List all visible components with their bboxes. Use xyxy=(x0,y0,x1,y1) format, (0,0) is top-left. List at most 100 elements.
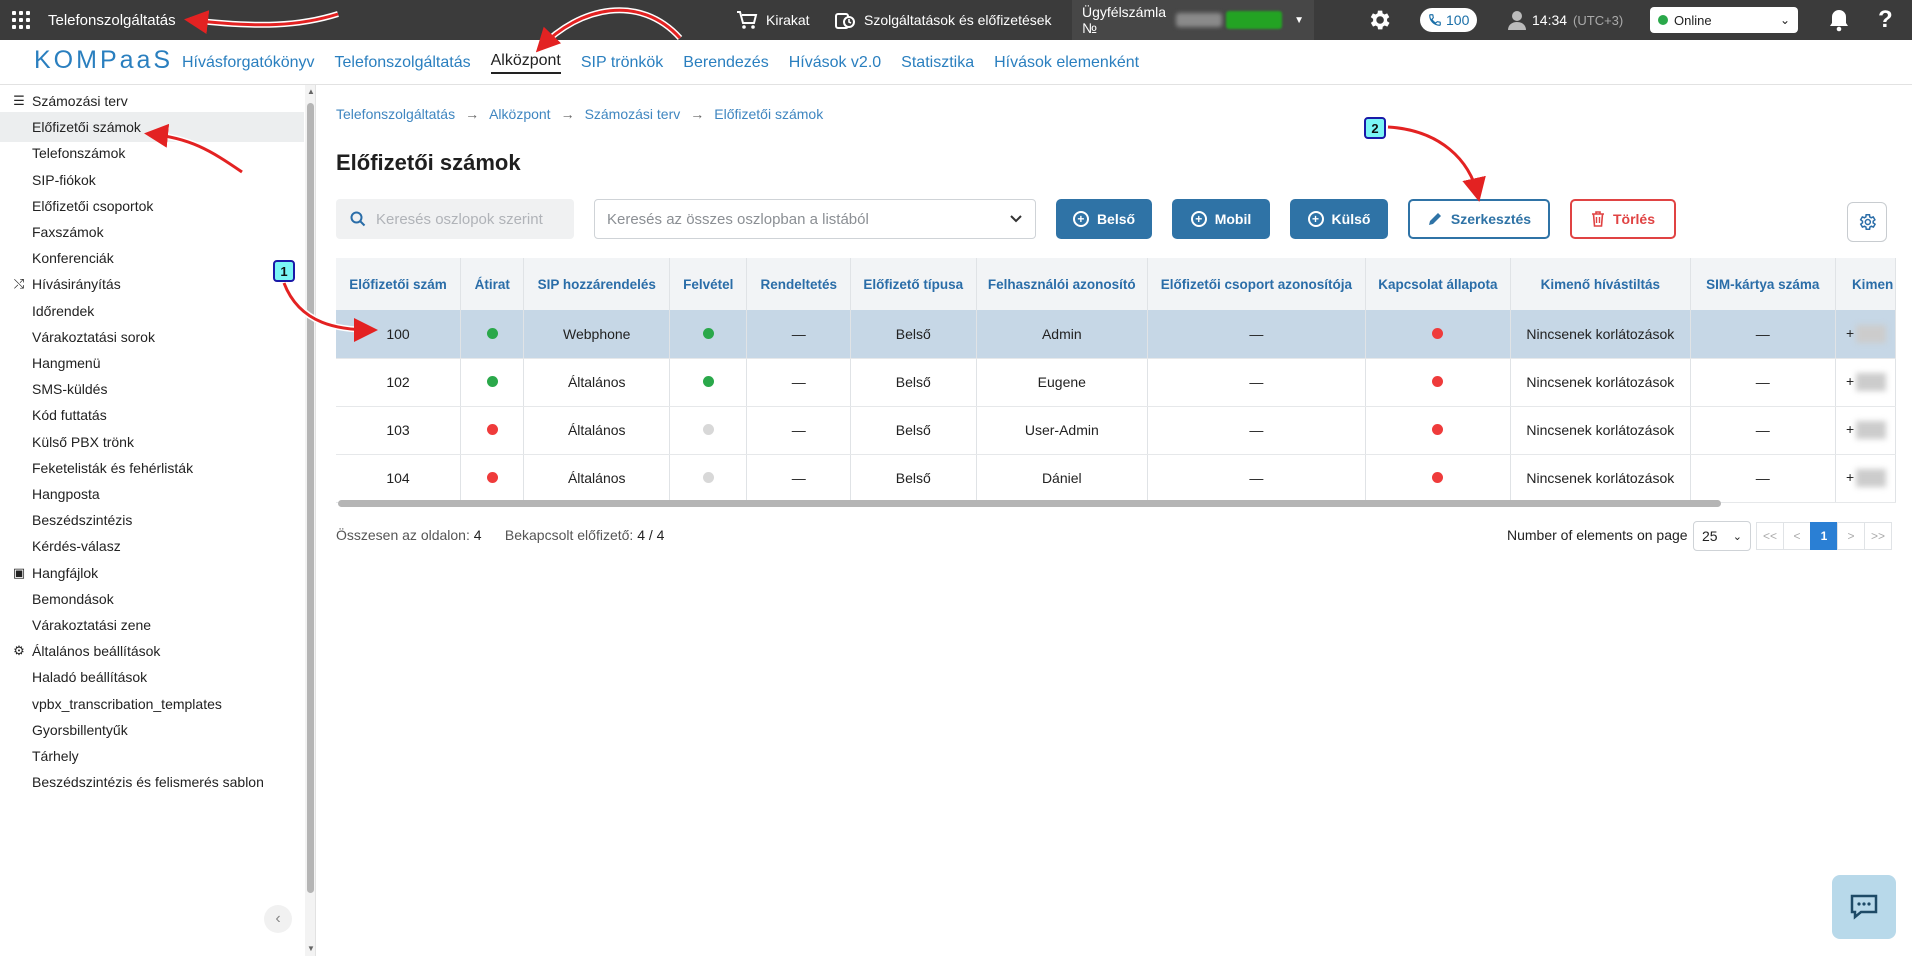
list-icon: ☰ xyxy=(13,93,25,108)
page-size-select[interactable]: 25 ⌄ xyxy=(1693,521,1751,551)
user-clock[interactable]: 14:34 (UTC+3) xyxy=(1508,0,1623,40)
status-dot-icon xyxy=(1432,424,1444,435)
settings-gear-icon[interactable] xyxy=(1366,0,1392,40)
table-summary: Összesen az oldalon: 4 Bekapcsolt előfiz… xyxy=(336,527,664,543)
column-header[interactable]: SIP hozzárendelés xyxy=(523,258,670,310)
table-row[interactable]: 100 Webphone — Belső Admin — Nincsenek korláto… xyxy=(336,310,1896,359)
nav-link-sip-trönkök[interactable]: SIP trönkök xyxy=(581,54,663,72)
breadcrumb-link[interactable]: Előfizetői számok xyxy=(714,106,823,122)
edit-button[interactable]: Szerkesztés xyxy=(1408,199,1550,239)
edit-label: Szerkesztés xyxy=(1450,211,1532,227)
pagination: << <1 > >> xyxy=(1756,522,1892,550)
table-cell-type: Belső xyxy=(850,310,977,359)
pencil-icon xyxy=(1428,213,1441,225)
table-cell-group: — xyxy=(1147,358,1366,407)
status-select[interactable]: Online ⌄ xyxy=(1650,0,1798,40)
nav-link-statisztika[interactable]: Statisztika xyxy=(901,54,974,72)
pager-button[interactable]: >> xyxy=(1864,522,1892,550)
services-link[interactable]: Szolgáltatások és előfizetések xyxy=(834,0,1052,40)
page-title: Előfizetői számok xyxy=(336,150,521,175)
column-header[interactable]: Kimenő hívástiltás xyxy=(1510,258,1691,310)
pager-button[interactable]: 1 xyxy=(1810,522,1838,550)
account-label: Ügyfélszámla № xyxy=(1082,4,1167,36)
column-header[interactable]: Előfizetői szám xyxy=(336,258,461,310)
column-header[interactable]: Rendeltetés xyxy=(746,258,851,310)
column-header[interactable]: Előfizetői csoport azonosítója xyxy=(1147,258,1366,310)
table-cell-last: + xyxy=(1835,454,1896,503)
add-mobile-button[interactable]: + Mobil xyxy=(1172,199,1270,239)
search-all-select[interactable]: Keresés az összes oszlopban a listából xyxy=(594,199,1036,239)
nav-link-hívásforgatókönyv[interactable]: Hívásforgatókönyv xyxy=(182,54,315,72)
cart-icon xyxy=(737,11,758,29)
bell-icon[interactable] xyxy=(1828,0,1850,40)
table-cell-text: + xyxy=(1845,420,1855,437)
add-internal-button[interactable]: + Belső xyxy=(1056,199,1152,239)
account-selector[interactable]: Ügyfélszámla № ▼ xyxy=(1072,0,1314,40)
sidebar-item-label: SMS-küldés xyxy=(32,381,108,398)
table-cell-last: + xyxy=(1835,358,1896,407)
gear-icon xyxy=(1859,214,1877,230)
sidebar-item[interactable]: Beszédszintézis és felismerés sablon xyxy=(0,767,304,797)
sidebar-item-label: Várakoztatási sorok xyxy=(32,328,155,345)
table-cell-user: Eugene xyxy=(976,358,1149,407)
column-search-input[interactable]: Keresés oszlopok szerint xyxy=(336,199,574,239)
table-row[interactable]: 104 Általános — Belső Dániel — Nincsenek korlá… xyxy=(336,454,1896,503)
apps-grid-icon[interactable] xyxy=(12,0,30,40)
subscribers-table: Előfizetői szám Átirat SIP hozzárendelés Fe… xyxy=(336,258,1896,504)
table-horizontal-scrollbar[interactable] xyxy=(338,500,1721,507)
help-icon[interactable]: ? xyxy=(1878,0,1893,40)
sidebar-item-label: Előfizetői számok xyxy=(32,119,141,136)
chat-button[interactable] xyxy=(1832,875,1896,939)
total-value: 4 xyxy=(473,527,482,543)
add-external-button[interactable]: + Külső xyxy=(1290,199,1388,239)
pager-button[interactable]: << xyxy=(1756,522,1784,550)
sidebar-item-label: Beszédszintézis és felismerés sablon xyxy=(32,774,264,791)
collapse-sidebar-button[interactable]: ‹ xyxy=(264,905,292,933)
table-cell-recording xyxy=(669,310,748,359)
pager-button[interactable]: > xyxy=(1837,522,1865,550)
column-header[interactable]: Átirat xyxy=(460,258,525,310)
gear-icon: ⚙ xyxy=(13,643,25,659)
breadcrumb-link[interactable]: Telefonszolgáltatás xyxy=(336,106,455,122)
main-nav: KOMPaaS Hívásforgatókönyv Telefonszolgált… xyxy=(0,40,1912,85)
column-header[interactable]: Előfizető típusa xyxy=(850,258,977,310)
column-header[interactable]: Kapcsolat állapota xyxy=(1365,258,1512,310)
breadcrumb-link[interactable]: Számozási terv xyxy=(585,106,681,122)
scroll-down-icon[interactable]: ▼ xyxy=(307,944,315,953)
table-row[interactable]: 103 Általános — Belső User-Admin — Nincsenek k… xyxy=(336,406,1896,455)
sidebar-item-label: Beszédszintézis xyxy=(32,512,133,529)
status-dot-icon xyxy=(1432,327,1444,339)
delete-button[interactable]: Törlés xyxy=(1570,199,1676,239)
phone-icon xyxy=(1429,14,1441,26)
redacted-value xyxy=(1856,373,1887,392)
table-cell-last: + xyxy=(1835,406,1896,455)
column-header[interactable]: SIM-kártya száma xyxy=(1690,258,1836,310)
chevron-left-icon: ‹ xyxy=(275,910,281,927)
status-dot-icon xyxy=(702,424,714,435)
table-cell-recording xyxy=(669,358,748,407)
routing-icon: ⤭ xyxy=(13,276,25,292)
table-settings-button[interactable] xyxy=(1847,202,1887,242)
pager-button[interactable]: < xyxy=(1783,522,1811,550)
table-cell-number: 104 xyxy=(336,454,461,503)
app-title: Telefonszolgáltatás xyxy=(48,11,176,29)
sidebar-scroll-thumb[interactable] xyxy=(307,103,314,893)
nav-link-telefonszolgáltatás[interactable]: Telefonszolgáltatás xyxy=(335,54,471,72)
nav-link-hívások-elemenként[interactable]: Hívások elemenként xyxy=(994,54,1139,72)
nav-link-alközpont[interactable]: Alközpont xyxy=(490,52,561,74)
scroll-up-icon[interactable]: ▲ xyxy=(307,87,315,96)
shop-link[interactable]: Kirakat xyxy=(736,0,810,40)
column-header[interactable]: Felhasználói azonosító xyxy=(976,258,1149,310)
audio-files-icon: ▣ xyxy=(12,564,26,580)
kompaas-logo[interactable]: KOMPaaS xyxy=(34,46,173,75)
column-header[interactable]: Felvétel xyxy=(669,258,748,310)
nav-link-berendezés[interactable]: Berendezés xyxy=(683,54,768,72)
status-value: Online xyxy=(1674,12,1712,28)
column-header[interactable]: Kimen xyxy=(1835,258,1896,310)
nav-link-hívások-v2-0[interactable]: Hívások v2.0 xyxy=(789,54,881,72)
breadcrumb-link[interactable]: Alközpont xyxy=(489,106,550,122)
calls-badge[interactable]: 100 xyxy=(1420,0,1478,40)
table-cell-user: Admin xyxy=(976,310,1149,359)
table-cell-text: + xyxy=(1845,468,1855,485)
table-row[interactable]: 102 Általános — Belső Eugene — Nincsenek korlá… xyxy=(336,358,1896,407)
